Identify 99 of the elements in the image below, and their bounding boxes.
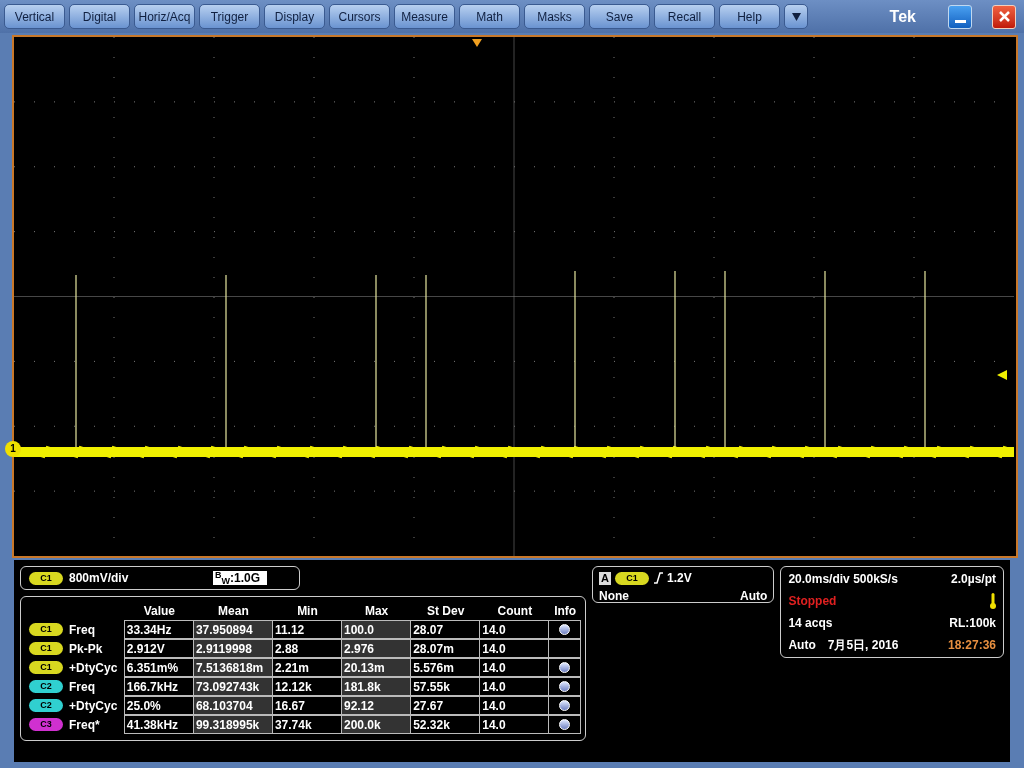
menu-button[interactable]: Horiz/Acq [134,4,195,29]
column-header: Max [363,602,390,620]
info-icon[interactable] [559,624,571,635]
timebase: 20.0ms/div 500kS/s [788,571,898,588]
table-cell: 52.32k [410,715,481,734]
table-cell: 14.0 [479,639,550,658]
table-cell: 166.7kHz [123,677,194,696]
table-cell: 27.67 [410,696,481,715]
table-cell: 2.9119998 [192,639,273,658]
table-cell: 20.13m [341,658,412,677]
info-icon[interactable] [559,681,571,692]
time-label: 18:27:36 [947,637,996,654]
close-icon [998,11,1010,22]
close-button[interactable] [992,4,1016,29]
trigger-type: A [599,571,611,585]
column-header: Mean [217,602,250,620]
channel-badge: C1 [29,623,63,636]
more-button[interactable] [784,4,808,29]
rising-edge-icon [652,572,663,584]
table-cell: 2.21m [271,658,342,677]
table-cell: 16.67 [271,696,342,715]
table-cell: 2.976 [341,639,412,658]
table-cell: 181.8k [341,677,412,696]
table-cell: 92.12 [341,696,412,715]
measurement-name: +DtyCyc [69,697,118,715]
table-cell: 68.103704 [192,696,273,715]
channel-badge: C1 [29,571,63,585]
table-cell: 37.74k [271,715,342,734]
table-cell: 28.07m [410,639,481,658]
menu-button[interactable]: Digital [69,4,130,29]
table-cell: 6.351m% [123,658,194,677]
table-cell: 100.0 [341,620,412,639]
date-label: 7月5日, 2016 [827,637,899,654]
menu-button[interactable]: Help [719,4,780,29]
menu-button[interactable]: Masks [524,4,585,29]
table-cell: 28.07 [410,620,481,639]
column-header: Value [142,602,176,620]
record-length: RL:100k [949,615,996,632]
info-icon[interactable] [559,719,571,730]
table-cell: 14.0 [479,658,550,677]
table-cell: 200.0k [341,715,412,734]
column-header: St Dev [426,602,466,620]
channel-badge: C2 [29,699,63,712]
channel-badge: C3 [29,718,63,731]
table-cell: 99.318995k [192,715,273,734]
channel-marker: 1 [5,441,21,457]
acquisition-mode: Auto [788,637,816,654]
menu-button[interactable]: Display [264,4,325,29]
table-cell: 33.34Hz [123,620,194,639]
caret-icon [791,12,801,21]
measurement-name: +DtyCyc [69,659,118,677]
trigger-coupling: None [599,588,629,605]
measurement-name: Freq* [69,716,100,734]
acquisition-count: 14 acqs [788,615,833,632]
table-cell: 2.88 [271,639,342,658]
menu-button[interactable]: Recall [654,4,715,29]
info-icon[interactable] [559,662,571,673]
table-cell: 11.12 [271,620,342,639]
measurement-name: Freq [69,678,95,696]
brand-label: Tek [889,6,916,27]
thermometer-icon [990,593,996,609]
menu-button[interactable]: Save [589,4,650,29]
channel-badge: C1 [614,571,649,585]
channel-badge: C1 [29,642,63,655]
table-cell: 7.5136818m [192,658,273,677]
minimize-button[interactable] [948,4,972,29]
channel-badge: C2 [29,680,63,693]
menu-button[interactable]: Math [459,4,520,29]
trigger-level-icon [997,370,1007,380]
menu-button[interactable]: Vertical [4,4,65,29]
measurement-name: Freq [69,621,95,639]
acquisition-status: Stopped [788,593,837,610]
table-cell: 14.0 [479,677,550,696]
table-cell: 2.912V [123,639,194,658]
measurement-name: Pk-Pk [69,640,103,658]
menu-button[interactable]: Trigger [199,4,260,29]
table-cell: 14.0 [479,715,550,734]
trigger-position-icon [472,39,482,47]
channel-badge: C1 [29,661,63,674]
table-cell: 73.092743k [192,677,273,696]
info-icon[interactable] [559,700,571,711]
table-cell: 37.950894 [192,620,273,639]
time-per-point: 2.0µs/pt [951,571,996,588]
table-cell: 14.0 [479,620,550,639]
table-cell: 5.576m [410,658,481,677]
menu-button[interactable]: Measure [394,4,455,29]
menu-button[interactable]: Cursors [329,4,390,29]
table-cell: 57.55k [410,677,481,696]
column-header: Info [553,602,578,620]
column-header: Count [496,602,534,620]
trigger-mode: Auto [740,588,768,605]
trigger-level: 1.2V [666,570,692,587]
table-cell: 14.0 [479,696,550,715]
minimize-icon [954,19,966,23]
vertical-scale: 800mV/div [69,570,129,587]
table-cell: 12.12k [271,677,342,696]
table-cell: 41.38kHz [123,715,194,734]
column-header: Min [296,602,319,620]
table-cell: 25.0% [123,696,194,715]
